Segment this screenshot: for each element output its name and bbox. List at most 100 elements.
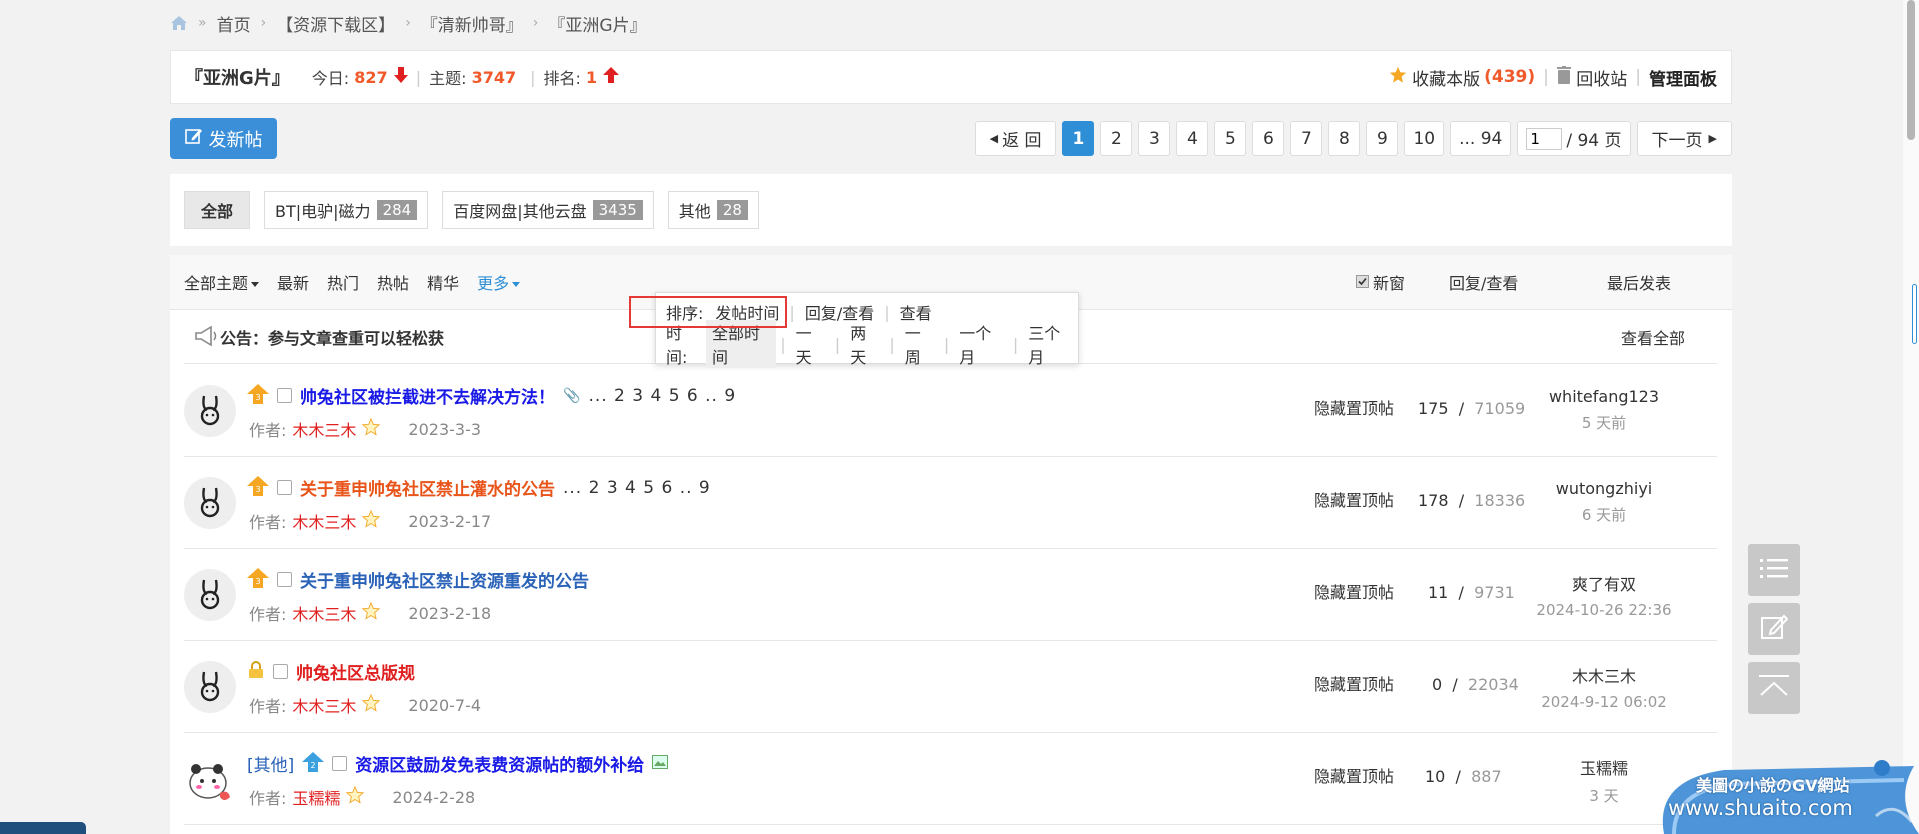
author-link[interactable]: 玉糯糯 xyxy=(292,785,340,809)
hide-sticky-link[interactable]: 隐藏置顶帖 xyxy=(1314,487,1394,511)
hide-sticky-link[interactable]: 隐藏置顶帖 xyxy=(1314,763,1394,787)
thread-pages[interactable]: ... 2 3 4 5 6 .. 9 xyxy=(563,478,711,498)
select-checkbox[interactable] xyxy=(273,664,288,679)
select-checkbox[interactable] xyxy=(277,572,292,587)
last-post-time[interactable]: 5 天前 xyxy=(1524,412,1684,433)
next-page-label: 下一页 xyxy=(1651,131,1703,151)
author-link[interactable]: 木木三木 xyxy=(292,417,356,441)
time-two-days[interactable]: 两天 xyxy=(844,320,885,368)
col-last-post[interactable]: 最后发表 xyxy=(1607,270,1671,294)
page-link[interactable]: 3 xyxy=(1138,121,1171,156)
col-replies-views[interactable]: 回复/查看 xyxy=(1449,270,1518,294)
avatar[interactable] xyxy=(184,661,236,713)
breadcrumb-home[interactable]: 首页 xyxy=(217,11,251,36)
breadcrumb-resource-area[interactable]: 【资源下载区】 xyxy=(276,11,395,36)
view-count: 71059 xyxy=(1474,399,1526,418)
category-cloud[interactable]: 百度网盘|其他云盘 3435 xyxy=(442,191,654,229)
time-one-month[interactable]: 一个月 xyxy=(953,320,1009,368)
last-post: 爽了有双 2024-10-26 22:36 xyxy=(1524,571,1684,619)
back-button[interactable]: ◀ 返 回 xyxy=(974,121,1057,156)
last-post-user[interactable]: whitefang123 xyxy=(1524,387,1684,406)
more-dropdown[interactable]: 更多 xyxy=(477,270,521,294)
favorite-forum-link[interactable]: 收藏本版 xyxy=(1412,65,1480,90)
all-topics-dropdown[interactable]: 全部主题 xyxy=(184,270,260,294)
page-link[interactable]: 10 xyxy=(1404,121,1445,156)
table-row: 3 帅兔社区被拦截进不去解决方法！ 📎 ... 2 3 4 5 6 .. 9 作… xyxy=(184,365,1717,457)
avatar[interactable] xyxy=(184,477,236,529)
time-three-months[interactable]: 三个月 xyxy=(1022,320,1078,368)
hide-sticky-link[interactable]: 隐藏置顶帖 xyxy=(1314,671,1394,695)
filter-hot-posts[interactable]: 热帖 xyxy=(377,270,409,294)
thread-title[interactable]: 关于重申帅兔社区禁止资源重发的公告 xyxy=(300,567,589,592)
caret-down-icon xyxy=(251,282,260,287)
last-post-user[interactable]: 木木三木 xyxy=(1524,663,1684,687)
thread-pages[interactable]: ... 2 3 4 5 6 .. 9 xyxy=(588,386,736,406)
select-checkbox[interactable] xyxy=(332,756,348,771)
side-handle[interactable] xyxy=(1912,284,1917,344)
pin-level-3-icon: 3 xyxy=(247,567,269,592)
filter-newest[interactable]: 最新 xyxy=(277,270,309,294)
select-checkbox[interactable] xyxy=(277,480,292,495)
filter-hot[interactable]: 热门 xyxy=(327,270,359,294)
page-link[interactable]: 1 xyxy=(1062,121,1095,156)
author-link[interactable]: 木木三木 xyxy=(292,693,356,717)
page-link[interactable]: 6 xyxy=(1252,121,1285,156)
category-all[interactable]: 全部 xyxy=(184,191,251,229)
recycle-bin-link[interactable]: 回收站 xyxy=(1576,65,1627,90)
avatar[interactable] xyxy=(184,753,236,805)
page-link[interactable]: 5 xyxy=(1214,121,1247,156)
back-label: 返 回 xyxy=(1002,131,1042,151)
avatar[interactable] xyxy=(184,569,236,621)
author-link[interactable]: 木木三木 xyxy=(292,509,356,533)
page-link[interactable]: 8 xyxy=(1328,121,1361,156)
quick-post-button[interactable] xyxy=(1748,603,1800,655)
new-post-button[interactable]: 发新帖 xyxy=(170,118,277,159)
reply-view-count: 175 / 71059 xyxy=(1418,399,1526,418)
last-post-user[interactable]: 爽了有双 xyxy=(1524,571,1684,595)
category-other[interactable]: 其他 28 xyxy=(667,191,759,229)
view-all-link[interactable]: 查看全部 xyxy=(1621,325,1685,349)
new-window-toggle[interactable]: 新窗 xyxy=(1356,270,1405,294)
pin-level-3-icon: 3 xyxy=(247,475,269,500)
divider: | xyxy=(889,334,895,354)
breadcrumb-forum[interactable]: 『亚洲G片』 xyxy=(548,11,646,36)
page-link[interactable]: 9 xyxy=(1366,121,1399,156)
last-post-time[interactable]: 2024-10-26 22:36 xyxy=(1524,601,1684,619)
last-page-link[interactable]: ... 94 xyxy=(1450,121,1512,156)
page-link[interactable]: 7 xyxy=(1290,121,1323,156)
list-view-button[interactable] xyxy=(1748,544,1800,596)
time-one-week[interactable]: 一周 xyxy=(899,320,940,368)
thread-title[interactable]: 帅兔社区被拦截进不去解决方法！ xyxy=(300,383,555,408)
category-bt[interactable]: BT|电驴|磁力 284 xyxy=(264,191,429,229)
page-link[interactable]: 2 xyxy=(1100,121,1133,156)
breadcrumb-category[interactable]: 『清新帅哥』 xyxy=(421,11,523,36)
admin-panel-link[interactable]: 管理面板 xyxy=(1649,65,1717,90)
page-link[interactable]: 4 xyxy=(1176,121,1209,156)
scrollbar-thumb[interactable] xyxy=(1907,0,1915,140)
back-to-top-button[interactable] xyxy=(1748,662,1800,714)
thread-meta: 作者: 玉糯糯 2024-2-28 xyxy=(249,785,475,809)
next-page-button[interactable]: 下一页 ▶ xyxy=(1636,121,1732,156)
last-post-time[interactable]: 6 天前 xyxy=(1524,504,1684,525)
page-scrollbar[interactable] xyxy=(1903,0,1919,834)
filter-digest[interactable]: 精华 xyxy=(427,270,459,294)
time-one-day[interactable]: 一天 xyxy=(790,320,831,368)
announcement-title[interactable]: 公告：参与文章查重可以轻松获 xyxy=(220,325,444,349)
avatar[interactable] xyxy=(184,385,236,437)
select-checkbox[interactable] xyxy=(277,388,292,403)
thread-title[interactable]: 帅兔社区总版规 xyxy=(296,659,415,684)
last-post-time[interactable]: 2024-9-12 06:02 xyxy=(1524,693,1684,711)
hide-sticky-link[interactable]: 隐藏置顶帖 xyxy=(1314,395,1394,419)
thread-type-tag[interactable]: [其他] xyxy=(247,751,294,776)
category-label: 其他 xyxy=(678,202,711,221)
last-post-user[interactable]: wutongzhiyi xyxy=(1524,479,1684,498)
home-icon[interactable] xyxy=(170,15,188,31)
corner-tab[interactable] xyxy=(0,822,86,834)
hide-sticky-link[interactable]: 隐藏置顶帖 xyxy=(1314,579,1394,603)
author-link[interactable]: 木木三木 xyxy=(292,601,356,625)
thread-title[interactable]: 关于重申帅兔社区禁止灌水的公告 xyxy=(300,475,555,500)
page-jump-input[interactable] xyxy=(1526,127,1563,150)
thread-title[interactable]: 资源区鼓励发免表费资源帖的额外补给 xyxy=(355,751,644,776)
author-label: 作者: xyxy=(249,421,287,440)
favorite-count: (439) xyxy=(1484,67,1536,87)
